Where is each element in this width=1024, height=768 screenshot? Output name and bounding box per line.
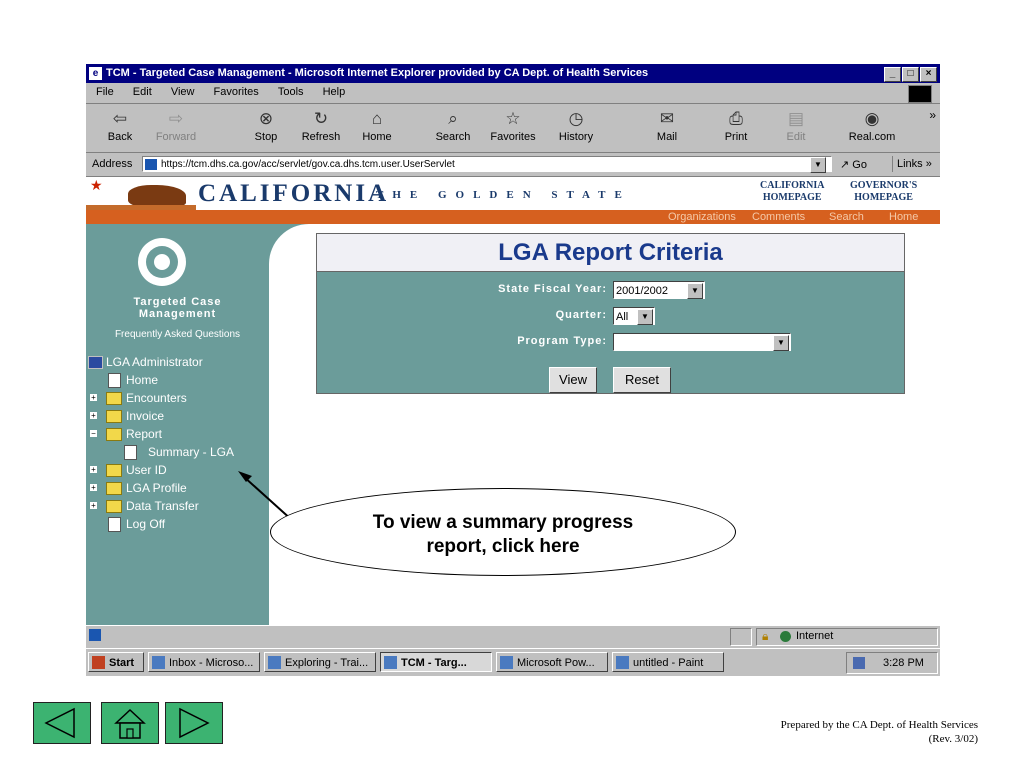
slide-footer: Prepared by the CA Dept. of Health Servi… — [780, 719, 978, 745]
left-triangle-icon — [44, 707, 75, 739]
right-triangle-icon — [179, 707, 210, 739]
home-slide-button[interactable] — [101, 702, 159, 744]
next-slide-button[interactable] — [165, 702, 223, 744]
previous-slide-button[interactable] — [33, 702, 91, 744]
callout-bubble: To view a summary progress report, click … — [270, 488, 736, 576]
callout-arrow — [238, 471, 294, 522]
house-icon — [114, 708, 146, 739]
